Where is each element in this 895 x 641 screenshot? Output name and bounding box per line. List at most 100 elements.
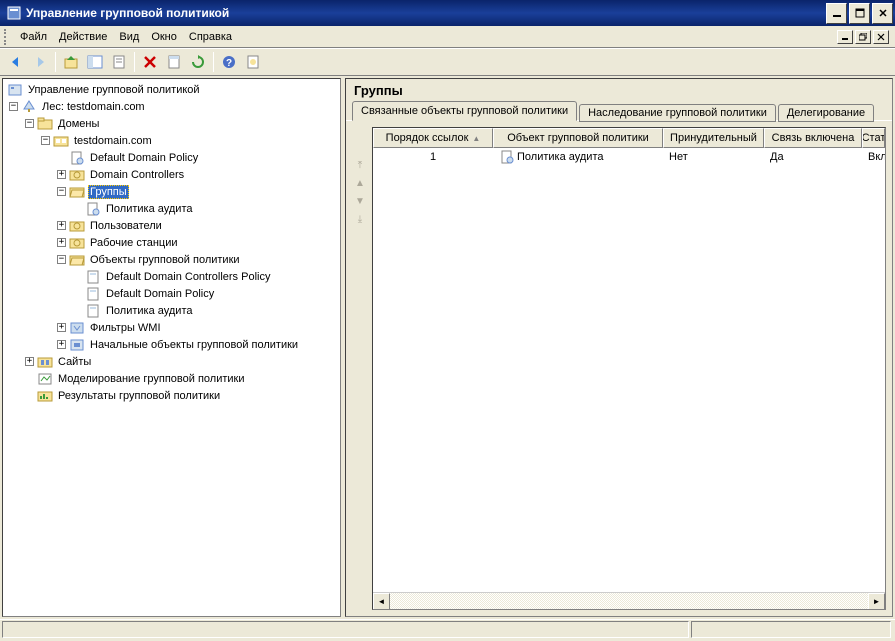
scroll-track[interactable] (390, 593, 868, 610)
tree-domain-controllers[interactable]: + Domain Controllers (3, 166, 340, 183)
cell-status: Вкл (862, 150, 885, 164)
menu-help[interactable]: Справка (183, 29, 238, 45)
expand-icon[interactable]: + (57, 340, 66, 349)
menu-window[interactable]: Окно (145, 29, 183, 45)
ou-open-icon (69, 184, 85, 200)
gpmc-icon (7, 82, 23, 98)
title-bar: Управление групповой политикой (0, 0, 895, 26)
reorder-buttons: ⤒ ▲ ▼ ⤓ (352, 127, 372, 610)
properties-button[interactable] (108, 51, 130, 73)
close-button[interactable] (872, 3, 893, 24)
menu-view[interactable]: Вид (113, 29, 145, 45)
forward-button[interactable] (29, 51, 51, 73)
tree-groups[interactable]: − Группы (3, 183, 340, 200)
scroll-left-button[interactable]: ◄ (373, 593, 390, 610)
tree-domain[interactable]: − testdomain.com (3, 132, 340, 149)
gpo-link-icon (85, 201, 101, 217)
tree-audit-policy-gpo[interactable]: Политика аудита (3, 302, 340, 319)
tree-gp-objects[interactable]: − Объекты групповой политики (3, 251, 340, 268)
tree-pane[interactable]: Управление групповой политикой − Лес: te… (2, 78, 341, 617)
tree-starter-gpo[interactable]: + Начальные объекты групповой политики (3, 336, 340, 353)
mdi-restore-button[interactable] (855, 30, 871, 44)
results-icon (37, 388, 53, 404)
up-button[interactable] (60, 51, 82, 73)
app-icon (6, 5, 22, 21)
wmi-icon (69, 320, 85, 336)
status-cell (691, 621, 891, 638)
horizontal-scrollbar[interactable]: ◄ ► (373, 592, 885, 609)
gpo-icon (85, 269, 101, 285)
tree-ddcp[interactable]: Default Domain Controllers Policy (3, 268, 340, 285)
window-title: Управление групповой политикой (26, 6, 826, 20)
tab-inheritance[interactable]: Наследование групповой политики (579, 104, 776, 122)
tab-delegation[interactable]: Делегирование (778, 104, 874, 122)
help-button[interactable]: ? (218, 51, 240, 73)
tree-workstations[interactable]: + Рабочие станции (3, 234, 340, 251)
details-pane: Группы Связанные объекты групповой полит… (345, 78, 893, 617)
col-link-enabled[interactable]: Связь включена (764, 128, 862, 148)
ou-icon (69, 218, 85, 234)
gpo-icon (85, 286, 101, 302)
cell-order: 1 (373, 150, 493, 164)
tree-wmi-filters[interactable]: + Фильтры WMI (3, 319, 340, 336)
mdi-minimize-button[interactable] (837, 30, 853, 44)
back-button[interactable] (5, 51, 27, 73)
tree-results[interactable]: Результаты групповой политики (3, 387, 340, 404)
show-hide-tree-button[interactable] (84, 51, 106, 73)
tree-audit-policy-link[interactable]: Политика аудита (3, 200, 340, 217)
collapse-icon[interactable]: − (41, 136, 50, 145)
col-link-order[interactable]: Порядок ссылок▲ (373, 128, 493, 148)
refresh-button[interactable] (187, 51, 209, 73)
tree-sites[interactable]: + Сайты (3, 353, 340, 370)
menu-file[interactable]: Файл (14, 29, 53, 45)
col-gpo[interactable]: Объект групповой политики (493, 128, 663, 148)
gpo-link-icon (499, 149, 515, 165)
menu-action[interactable]: Действие (53, 29, 113, 45)
move-bottom-button[interactable]: ⤓ (352, 211, 368, 227)
mdi-close-button[interactable] (873, 30, 889, 44)
move-top-button[interactable]: ⤒ (352, 157, 368, 173)
tree-domains[interactable]: − Домены (3, 115, 340, 132)
gpo-link-icon (69, 150, 85, 166)
col-status[interactable]: Стат (862, 128, 885, 148)
modeling-icon (37, 371, 53, 387)
details-title: Группы (346, 79, 892, 100)
cell-enforced: Нет (663, 150, 764, 164)
svg-text:?: ? (226, 58, 232, 69)
tree-root[interactable]: Управление групповой политикой (3, 81, 340, 98)
tree-users[interactable]: + Пользователи (3, 217, 340, 234)
col-enforced[interactable]: Принудительный (663, 128, 764, 148)
minimize-button[interactable] (826, 3, 847, 24)
tree-modeling[interactable]: Моделирование групповой политики (3, 370, 340, 387)
expand-icon[interactable]: + (57, 221, 66, 230)
scroll-right-button[interactable]: ► (868, 593, 885, 610)
move-down-button[interactable]: ▼ (352, 193, 368, 209)
collapse-icon[interactable]: − (25, 119, 34, 128)
about-button[interactable] (242, 51, 264, 73)
menu-bar: Файл Действие Вид Окно Справка (0, 26, 895, 48)
collapse-icon[interactable]: − (9, 102, 18, 111)
expand-icon[interactable]: + (57, 170, 66, 179)
grid-header: Порядок ссылок▲ Объект групповой политик… (373, 128, 885, 148)
expand-icon[interactable]: + (57, 323, 66, 332)
expand-icon[interactable]: + (25, 357, 34, 366)
properties-sheet-button[interactable] (163, 51, 185, 73)
tree-default-domain-policy[interactable]: Default Domain Policy (3, 149, 340, 166)
collapse-icon[interactable]: − (57, 187, 66, 196)
ou-icon (69, 235, 85, 251)
delete-button[interactable] (139, 51, 161, 73)
table-row[interactable]: 1 Политика аудита Нет Да Вкл (373, 148, 885, 165)
expand-icon[interactable]: + (57, 238, 66, 247)
folder-icon (37, 116, 53, 132)
linked-gpo-grid[interactable]: Порядок ссылок▲ Объект групповой политик… (372, 127, 886, 610)
move-up-button[interactable]: ▲ (352, 175, 368, 191)
maximize-button[interactable] (849, 3, 870, 24)
folder-open-icon (69, 252, 85, 268)
tree-forest[interactable]: − Лес: testdomain.com (3, 98, 340, 115)
collapse-icon[interactable]: − (57, 255, 66, 264)
forest-icon (21, 99, 37, 115)
tab-linked-gpos[interactable]: Связанные объекты групповой политики (352, 101, 577, 121)
tree-ddp[interactable]: Default Domain Policy (3, 285, 340, 302)
tab-strip: Связанные объекты групповой политики Нас… (346, 100, 892, 121)
sort-asc-icon: ▲ (472, 134, 480, 143)
